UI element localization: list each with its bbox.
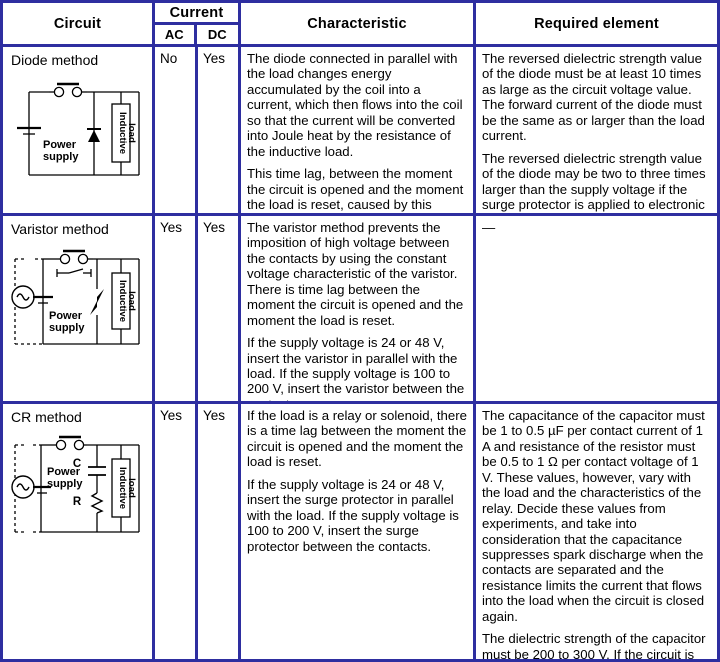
header-cell-current: Current AC DC xyxy=(155,3,241,44)
current-ac-value: No xyxy=(160,51,178,66)
required-element-cell-cr: The capacitance of the capacitor must be… xyxy=(476,404,717,659)
power-supply-label-line1: Power xyxy=(43,139,77,151)
inductive-load-label-line2: load xyxy=(126,291,137,311)
current-ac-cell: Yes xyxy=(155,216,198,401)
method-title-varistor: Varistor method xyxy=(11,221,109,237)
current-dc-value: Yes xyxy=(203,220,226,235)
varistor-icon xyxy=(90,289,104,315)
current-ac-cell: Yes xyxy=(155,404,198,659)
table-row: Varistor method Inductive load Power sup… xyxy=(3,216,717,404)
resistor-label: R xyxy=(73,496,82,508)
power-supply-label-line2: supply xyxy=(49,322,85,334)
characteristic-paragraph: The varistor method prevents the imposit… xyxy=(247,220,464,328)
current-dc-cell: Yes xyxy=(198,404,241,659)
characteristic-cell-varistor: The varistor method prevents the imposit… xyxy=(241,216,476,401)
inductive-load-label-line2: load xyxy=(126,123,137,143)
power-supply-label-line1: Power xyxy=(47,466,81,478)
circuit-cell-varistor: Varistor method Inductive load Power sup… xyxy=(3,216,155,401)
table-header-row: Circuit Current AC DC Characteristic Req… xyxy=(3,3,717,47)
characteristic-cell-diode: The diode connected in parallel with the… xyxy=(241,47,476,213)
diode-circuit-diagram: Inductive load Power supply xyxy=(17,82,140,176)
current-ac-value: Yes xyxy=(160,220,183,235)
header-cell-dc: DC xyxy=(197,25,239,44)
ac-source-icon xyxy=(11,285,35,309)
header-cell-characteristic: Characteristic xyxy=(241,3,476,44)
required-element-paragraph: The dielectric strength of the capacitor… xyxy=(482,631,706,659)
power-supply-label-line2: supply xyxy=(47,478,83,490)
circuit-cell-diode: Diode method Inductive load Power supply xyxy=(3,47,155,213)
table-row: CR method C R Inductive load Power suppl… xyxy=(3,404,717,659)
header-cell-ac: AC xyxy=(155,25,197,44)
power-supply-label-line1: Power xyxy=(49,310,83,322)
current-ac-value: Yes xyxy=(160,408,183,423)
power-supply-label-line2: supply xyxy=(43,151,79,163)
header-current-title: Current xyxy=(155,3,238,25)
contact-right-icon xyxy=(71,86,83,98)
inductive-load-label-line2: load xyxy=(126,478,137,498)
required-element-cell-diode: The reversed dielectric strength value o… xyxy=(476,47,717,213)
cr-circuit-diagram: C R Inductive load Power supply xyxy=(11,435,140,533)
required-element-cell-varistor: — xyxy=(476,216,717,401)
table-row: Diode method Inductive load Power supply… xyxy=(3,47,717,216)
contact-right-icon xyxy=(73,439,85,451)
required-element-paragraph: — xyxy=(482,220,496,235)
required-element-paragraph: The reversed dielectric strength value o… xyxy=(482,150,706,213)
contact-right-icon xyxy=(77,253,89,265)
contact-left-icon xyxy=(55,439,67,451)
header-cell-circuit: Circuit xyxy=(3,3,155,44)
header-label-dc: DC xyxy=(207,27,227,42)
required-element-paragraph: The reversed dielectric strength value o… xyxy=(482,51,705,144)
ac-source-icon xyxy=(11,475,35,499)
circuit-cell-cr: CR method C R Inductive load Power suppl… xyxy=(3,404,155,659)
header-label-required-element: Required element xyxy=(534,15,659,32)
characteristic-cell-cr: If the load is a relay or solenoid, ther… xyxy=(241,404,476,659)
surge-protection-methods-table: Circuit Current AC DC Characteristic Req… xyxy=(0,0,720,662)
header-label-characteristic: Characteristic xyxy=(307,15,407,32)
header-current-subcolumns: AC DC xyxy=(155,25,238,44)
header-cell-required-element: Required element xyxy=(476,3,717,44)
method-title-cr: CR method xyxy=(11,409,82,425)
current-dc-value: Yes xyxy=(203,408,226,423)
method-title-diode: Diode method xyxy=(11,52,99,68)
contact-left-icon xyxy=(53,86,65,98)
current-ac-cell: No xyxy=(155,47,198,213)
current-dc-value: Yes xyxy=(203,51,226,66)
diode-icon xyxy=(87,128,101,142)
current-dc-cell: Yes xyxy=(198,216,241,401)
contact-left-icon xyxy=(59,253,71,265)
characteristic-paragraph: If the load is a relay or solenoid, ther… xyxy=(247,408,467,470)
characteristic-paragraph: The diode connected in parallel with the… xyxy=(247,51,463,159)
characteristic-paragraph: If the supply voltage is 24 or 48 V, ins… xyxy=(247,476,459,554)
varistor-circuit-diagram: Inductive load Power supply xyxy=(11,249,140,345)
characteristic-paragraph: This time lag, between the moment the ci… xyxy=(247,166,464,213)
header-label-ac: AC xyxy=(164,27,184,42)
characteristic-paragraph: If the supply voltage is 24 or 48 V, ins… xyxy=(247,335,465,401)
current-dc-cell: Yes xyxy=(198,47,241,213)
required-element-paragraph: The capacitance of the capacitor must be… xyxy=(482,408,705,624)
header-label-circuit: Circuit xyxy=(53,15,102,32)
header-label-current: Current xyxy=(169,4,224,21)
